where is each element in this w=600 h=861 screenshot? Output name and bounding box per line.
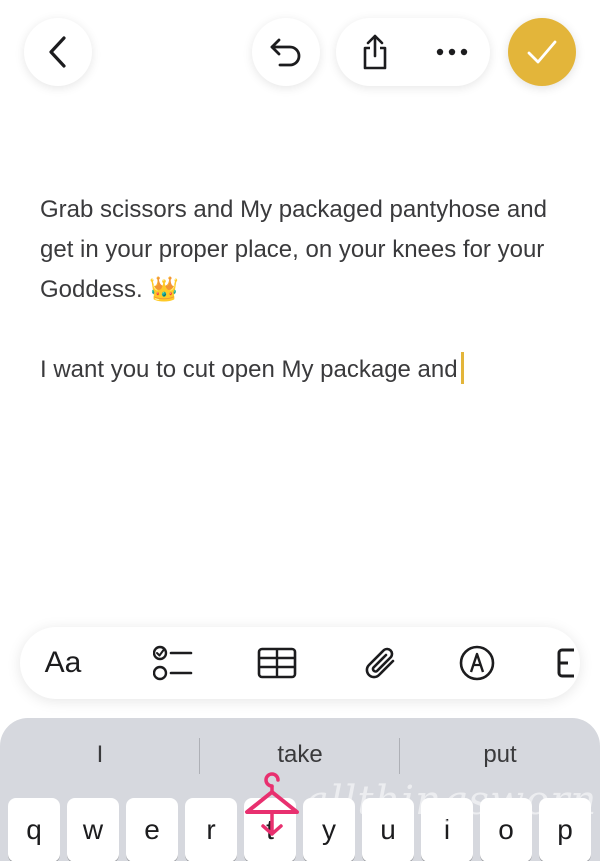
watermark-text: allthingsworn [305, 778, 598, 824]
note-paragraph-text: I want you to cut open My package and [40, 356, 458, 383]
suggestion-3[interactable]: put [400, 738, 600, 772]
more-format-button[interactable] [556, 627, 580, 699]
text-style-button[interactable]: Aa [28, 627, 98, 699]
share-button[interactable] [336, 18, 413, 86]
checkmark-icon [527, 40, 557, 64]
markup-pen-icon [459, 645, 495, 681]
undo-button[interactable] [252, 18, 320, 86]
note-paragraph: Grab scissors and My packaged pantyhose … [40, 196, 547, 303]
key-r[interactable]: r [185, 798, 237, 861]
table-icon [257, 647, 297, 679]
done-button[interactable] [508, 18, 576, 86]
suggestion-1[interactable]: I [0, 738, 200, 772]
key-q[interactable]: q [8, 798, 60, 861]
chevron-left-icon [49, 36, 66, 68]
more-button[interactable] [413, 18, 490, 86]
attachment-button[interactable] [346, 627, 416, 699]
checklist-button[interactable] [138, 627, 208, 699]
formatting-toolbar: Aa [20, 627, 580, 699]
text-style-label: Aa [44, 646, 82, 679]
compose-icon [557, 648, 574, 678]
key-w[interactable]: w [67, 798, 119, 861]
actions-pill [336, 18, 490, 86]
suggestion-2[interactable]: take [200, 738, 400, 772]
ellipsis-icon [436, 48, 467, 56]
text-cursor [460, 352, 464, 384]
hanger-logo-icon [245, 772, 299, 836]
note-body[interactable]: Grab scissors and My packaged pantyhose … [40, 190, 580, 390]
note-paragraph-current: I want you to cut open My package and [40, 350, 580, 390]
markup-button[interactable] [442, 627, 512, 699]
table-button[interactable] [242, 627, 312, 699]
share-icon [363, 34, 386, 70]
undo-icon [270, 38, 301, 67]
paperclip-icon [365, 647, 395, 679]
checklist-icon [153, 645, 193, 681]
key-e[interactable]: e [126, 798, 178, 861]
back-button[interactable] [24, 18, 92, 86]
